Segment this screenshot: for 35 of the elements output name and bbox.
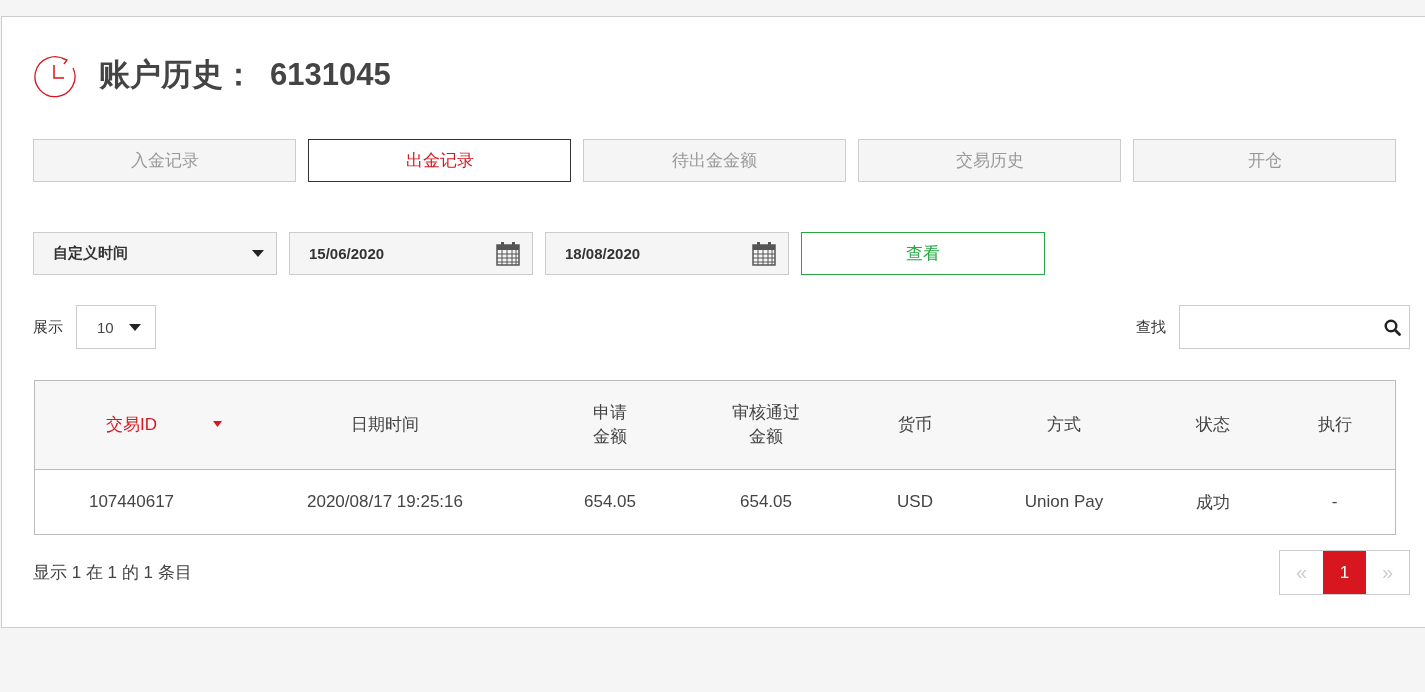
- column-header[interactable]: 货币: [854, 381, 976, 469]
- column-header[interactable]: 状态: [1152, 381, 1274, 469]
- caret-icon: [129, 323, 141, 331]
- table-cell: 654.05: [740, 492, 792, 512]
- table-cell: 654.05: [584, 492, 636, 512]
- calendar-icon: [496, 241, 520, 266]
- table-cell: 2020/08/17 19:25:16: [307, 492, 463, 512]
- search-icon: [1384, 318, 1401, 336]
- entries-summary: 显示 1 在 1 的 1 条目: [33, 562, 192, 584]
- tab[interactable]: 出金记录: [308, 139, 571, 182]
- table-cell: USD: [897, 492, 933, 512]
- calendar-icon: [752, 241, 776, 266]
- table-cell: Union Pay: [1024, 492, 1104, 512]
- end-date-field[interactable]: 18/08/2020: [545, 232, 789, 275]
- caret-icon: [252, 250, 264, 257]
- table-cell-text: 成功: [1196, 491, 1230, 514]
- column-header[interactable]: 交易ID: [35, 381, 228, 469]
- period-dropdown[interactable]: 自定义时间: [33, 232, 277, 275]
- column-header[interactable]: 申请金额: [542, 381, 678, 469]
- clock-history-icon: [33, 53, 79, 100]
- column-header[interactable]: 执行: [1274, 381, 1395, 469]
- page-size-dropdown[interactable]: 10: [76, 305, 156, 349]
- column-header[interactable]: 日期时间: [228, 381, 542, 469]
- page-title: 账户历史：: [99, 55, 254, 94]
- table-cell: 107440617: [88, 492, 175, 512]
- account-number: 6131045: [270, 56, 391, 93]
- show-label: 展示: [33, 317, 63, 337]
- sort-caret-icon: [213, 421, 222, 427]
- start-date-field[interactable]: 15/06/2020: [289, 232, 533, 275]
- table-cell: -: [1331, 492, 1338, 512]
- search-label: 查找: [1136, 317, 1166, 337]
- column-header[interactable]: 审核通过金额: [678, 381, 854, 469]
- page-button[interactable]: 1: [1323, 551, 1366, 594]
- search-field[interactable]: [1179, 305, 1410, 349]
- column-header[interactable]: 方式: [976, 381, 1152, 469]
